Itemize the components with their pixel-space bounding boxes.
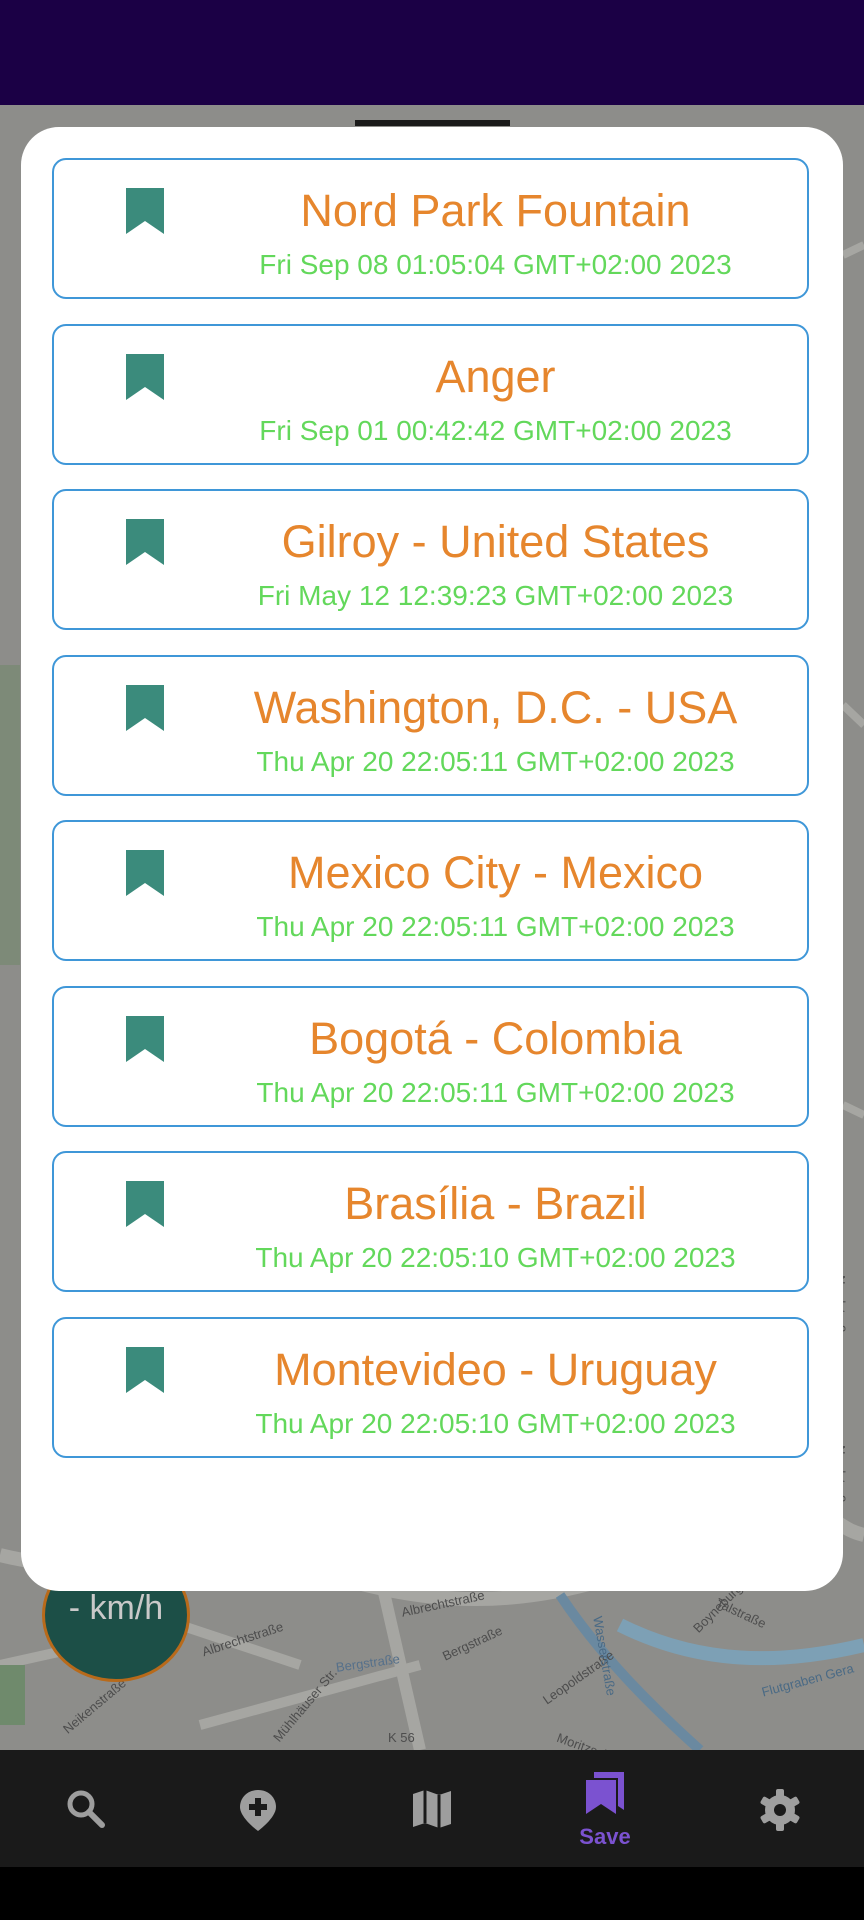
place-title: Brasília - Brazil — [344, 1178, 647, 1229]
nav-add-place[interactable] — [198, 1750, 318, 1867]
bookmark-icon — [126, 519, 164, 565]
place-date: Fri Sep 01 00:42:42 GMT+02:00 2023 — [259, 415, 732, 446]
status-bar — [0, 0, 864, 105]
nav-save-label: Save — [579, 1824, 631, 1849]
nav-save[interactable]: Save — [545, 1750, 665, 1867]
saved-place-card[interactable]: Anger Fri Sep 01 00:42:42 GMT+02:00 2023 — [52, 324, 809, 465]
place-title: Bogotá - Colombia — [309, 1013, 682, 1064]
add-location-icon — [240, 1790, 276, 1831]
saved-place-card[interactable]: Gilroy - United States Fri May 12 12:39:… — [52, 489, 809, 630]
place-date: Thu Apr 20 22:05:10 GMT+02:00 2023 — [255, 1408, 736, 1439]
bookmark-icon — [126, 188, 164, 234]
saved-places-sheet: Nord Park Fountain Fri Sep 08 01:05:04 G… — [21, 127, 843, 1591]
place-date: Fri Sep 08 01:05:04 GMT+02:00 2023 — [259, 249, 732, 280]
bookmarks-icon — [586, 1772, 624, 1814]
bookmark-icon — [126, 850, 164, 896]
place-date: Thu Apr 20 22:05:10 GMT+02:00 2023 — [255, 1242, 736, 1273]
place-title: Washington, D.C. - USA — [253, 682, 738, 733]
place-title: Montevideo - Uruguay — [274, 1344, 717, 1395]
map-street-label: K 56 — [388, 1730, 415, 1745]
place-date: Fri May 12 12:39:23 GMT+02:00 2023 — [257, 580, 734, 611]
saved-place-card[interactable]: Nord Park Fountain Fri Sep 08 01:05:04 G… — [52, 158, 809, 299]
place-date: Thu Apr 20 22:05:11 GMT+02:00 2023 — [256, 746, 735, 777]
place-date: Thu Apr 20 22:05:11 GMT+02:00 2023 — [256, 911, 735, 942]
gear-icon — [760, 1789, 800, 1831]
bookmark-icon — [126, 1181, 164, 1227]
saved-place-card[interactable]: Mexico City - Mexico Thu Apr 20 22:05:11… — [52, 820, 809, 961]
nav-map[interactable] — [371, 1750, 491, 1867]
search-icon — [67, 1790, 105, 1828]
saved-place-card[interactable]: Brasília - Brazil Thu Apr 20 22:05:10 GM… — [52, 1151, 809, 1292]
saved-place-card[interactable]: Montevideo - Uruguay Thu Apr 20 22:05:10… — [52, 1317, 809, 1458]
saved-place-card[interactable]: Washington, D.C. - USA Thu Apr 20 22:05:… — [52, 655, 809, 796]
bookmark-icon — [126, 1016, 164, 1062]
place-title: Mexico City - Mexico — [287, 847, 704, 898]
place-title: Gilroy - United States — [281, 516, 710, 567]
bookmark-icon — [126, 685, 164, 731]
bookmark-icon — [126, 1347, 164, 1393]
system-navigation-bar — [0, 1867, 864, 1920]
nav-settings[interactable] — [718, 1750, 838, 1867]
saved-place-card[interactable]: Bogotá - Colombia Thu Apr 20 22:05:11 GM… — [52, 986, 809, 1127]
bottom-navigation: Save — [0, 1750, 864, 1867]
place-title: Anger — [435, 351, 556, 402]
place-date: Thu Apr 20 22:05:11 GMT+02:00 2023 — [256, 1077, 735, 1108]
speed-readout: - km/h — [68, 1589, 164, 1627]
bookmark-icon — [126, 354, 164, 400]
nav-search[interactable] — [25, 1750, 145, 1867]
place-title: Nord Park Fountain — [300, 185, 691, 236]
map-icon — [413, 1790, 451, 1828]
